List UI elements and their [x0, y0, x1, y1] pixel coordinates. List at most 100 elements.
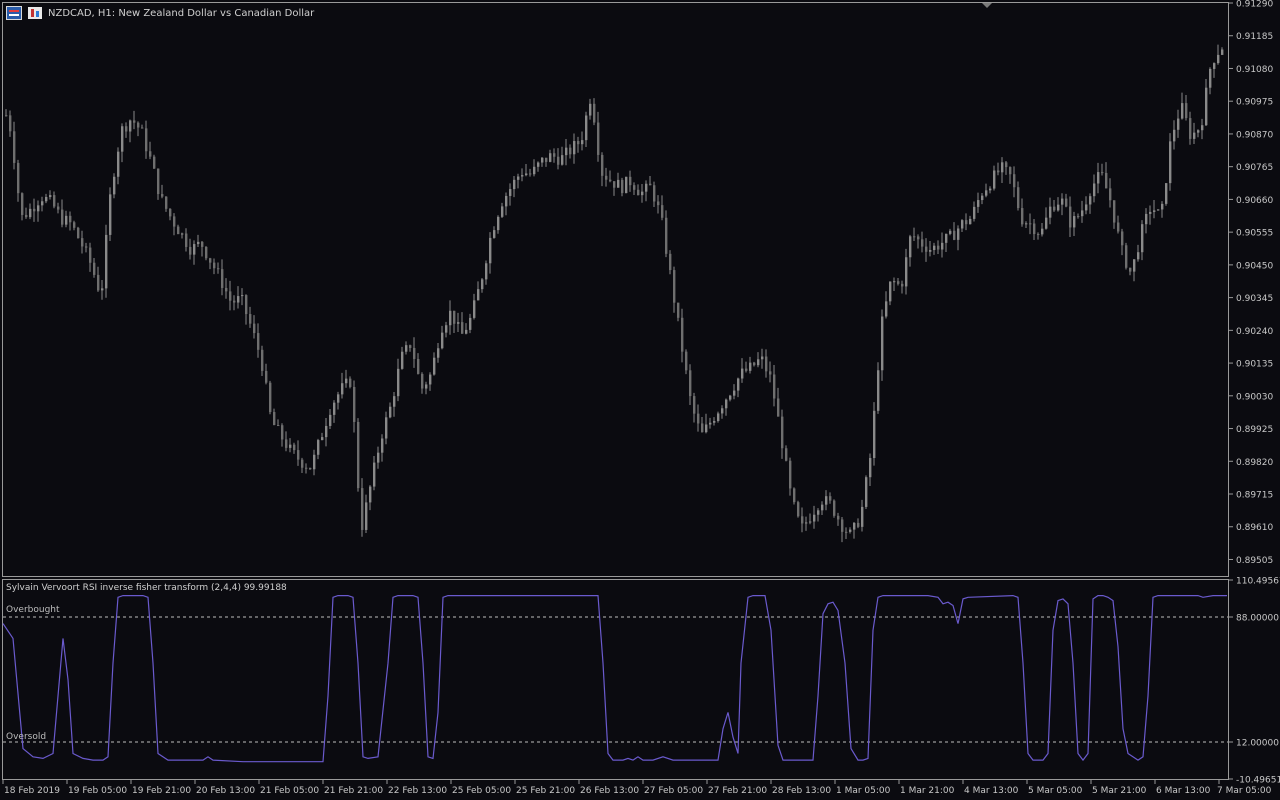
- time-label: 21 Feb 05:00: [260, 786, 319, 796]
- candle-body: [125, 126, 128, 132]
- candle-body: [709, 422, 712, 425]
- candle-body: [161, 194, 164, 197]
- candle-body: [1025, 223, 1028, 225]
- candle-body: [137, 122, 140, 128]
- candle-body: [533, 166, 536, 175]
- candle-body: [53, 195, 56, 207]
- candle-body: [897, 281, 900, 284]
- candle-body: [501, 206, 504, 217]
- candle-body: [345, 378, 348, 384]
- candle-body: [205, 246, 208, 259]
- overbought-label: Overbought: [6, 605, 60, 615]
- candle-body: [989, 188, 992, 191]
- candle-body: [173, 216, 176, 227]
- indicator-axis-label: 110.49567: [1236, 577, 1280, 587]
- candle-body: [77, 227, 80, 239]
- candle-body: [381, 438, 384, 453]
- candle-body: [941, 242, 944, 250]
- candle-body: [577, 141, 580, 145]
- candle-body: [285, 439, 288, 448]
- candle-body: [1149, 211, 1152, 214]
- candle-body: [985, 190, 988, 196]
- candle-body: [429, 374, 432, 385]
- candle-body: [1209, 68, 1212, 88]
- candle-body: [165, 196, 168, 209]
- candle-body: [497, 216, 500, 231]
- candle-body: [153, 156, 156, 169]
- candle-body: [585, 115, 588, 141]
- candle-body: [329, 414, 332, 426]
- chart-title-bar: NZDCAD, H1: New Zealand Dollar vs Canadi…: [6, 6, 314, 20]
- candle-body: [81, 238, 84, 247]
- indicator-axis-label: -10.49651: [1236, 776, 1280, 786]
- candle-body: [29, 208, 32, 218]
- candle-body: [505, 195, 508, 207]
- candle-body: [1041, 228, 1044, 235]
- time-label: 20 Feb 13:00: [196, 786, 255, 796]
- candle-body: [677, 302, 680, 318]
- candle-body: [781, 416, 784, 449]
- candle-body: [1141, 224, 1144, 253]
- candle-body: [1221, 49, 1224, 55]
- candle-body: [1061, 198, 1064, 205]
- candle-body: [57, 206, 60, 210]
- candle-body: [721, 408, 724, 414]
- candle-body: [201, 241, 204, 247]
- candle-body: [117, 151, 120, 177]
- candle-body: [189, 246, 192, 255]
- candle-body: [413, 347, 416, 359]
- candle-body: [853, 522, 856, 530]
- candle-body: [705, 424, 708, 433]
- candle-body: [645, 183, 648, 192]
- candle-body: [805, 522, 808, 524]
- candle-body: [817, 510, 820, 515]
- candle-body: [209, 258, 212, 263]
- candle-body: [789, 460, 792, 489]
- candle-body: [177, 226, 180, 235]
- candle-body: [1113, 200, 1116, 223]
- candle-body: [1217, 54, 1220, 64]
- candle-body: [725, 399, 728, 409]
- candle-body: [701, 423, 704, 433]
- price-label: 0.89820: [1236, 458, 1273, 468]
- candle-body: [885, 301, 888, 317]
- candle-body: [1129, 267, 1132, 272]
- candle-body: [713, 420, 716, 423]
- price-label: 0.91185: [1236, 32, 1273, 42]
- candle-body: [1157, 209, 1160, 211]
- candle-body: [809, 521, 812, 523]
- candle-body: [1009, 167, 1012, 175]
- time-label: 21 Feb 21:00: [324, 786, 383, 796]
- candle-body: [325, 425, 328, 438]
- candle-body: [101, 288, 104, 291]
- candle-body: [141, 127, 144, 129]
- time-label: 22 Feb 13:00: [388, 786, 447, 796]
- candle-body: [965, 220, 968, 225]
- candle-body: [49, 195, 52, 197]
- candle-body: [509, 189, 512, 196]
- trading-chart[interactable]: 0.91290 0.91185 0.91080 0.90975 0.90870 0.907…: [0, 0, 1280, 800]
- symbol-flag-icon[interactable]: [6, 6, 22, 20]
- candle-body: [813, 514, 816, 522]
- time-label: 25 Feb 05:00: [452, 786, 511, 796]
- candle-body: [953, 230, 956, 240]
- candle-body: [93, 262, 96, 275]
- candle-body: [73, 222, 76, 228]
- candle-body: [733, 390, 736, 396]
- candle-body: [617, 179, 620, 188]
- candle-body: [89, 247, 92, 263]
- candle-body: [1089, 196, 1092, 205]
- candle-body: [729, 395, 732, 400]
- candle-body: [937, 245, 940, 250]
- candle-body: [649, 183, 652, 186]
- candle-body: [1053, 206, 1056, 211]
- candle-body: [957, 228, 960, 240]
- candle-body: [745, 368, 748, 371]
- candle-body: [453, 310, 456, 324]
- candle-body: [365, 502, 368, 530]
- candle-body: [769, 371, 772, 375]
- candle-body: [601, 154, 604, 176]
- timeframe-icon[interactable]: [28, 7, 42, 19]
- candle-body: [753, 362, 756, 366]
- candle-body: [933, 245, 936, 251]
